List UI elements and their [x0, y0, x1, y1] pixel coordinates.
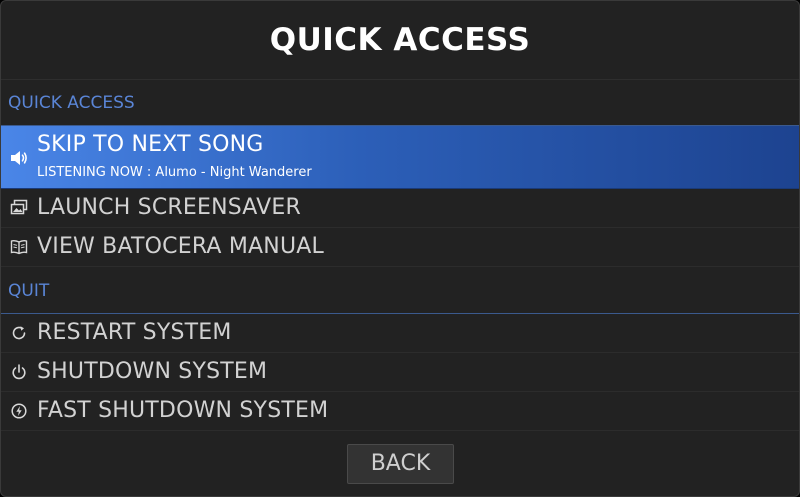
restart-icon — [9, 323, 29, 343]
now-playing-text: LISTENING NOW : Alumo - Night Wanderer — [37, 165, 312, 180]
fast-power-icon — [9, 401, 29, 421]
menu-item-label: SKIP TO NEXT SONG — [37, 132, 264, 157]
menu-item-label: LAUNCH SCREENSAVER — [37, 195, 301, 220]
speaker-icon — [9, 148, 29, 168]
title-divider — [1, 79, 799, 80]
menu-item-label: SHUTDOWN SYSTEM — [37, 359, 268, 384]
screensaver-icon — [9, 198, 29, 218]
menu-item-label: FAST SHUTDOWN SYSTEM — [37, 398, 329, 423]
section-header-quit: QUIT — [8, 281, 50, 301]
book-icon — [9, 237, 29, 257]
menu-item-label: RESTART SYSTEM — [37, 320, 232, 345]
menu-item-shutdown-system[interactable]: SHUTDOWN SYSTEM — [1, 353, 799, 392]
menu-item-skip-to-next-song[interactable]: SKIP TO NEXT SONG LISTENING NOW : Alumo … — [1, 126, 799, 189]
menu-item-launch-screensaver[interactable]: LAUNCH SCREENSAVER — [1, 189, 799, 228]
menu-item-fast-shutdown-system[interactable]: FAST SHUTDOWN SYSTEM — [1, 392, 799, 431]
quick-access-menu: QUICK ACCESS QUICK ACCESS SKIP TO NEXT S… — [0, 0, 800, 497]
menu-item-label: VIEW BATOCERA MANUAL — [37, 234, 324, 259]
section-header-quick-access: QUICK ACCESS — [8, 93, 135, 113]
menu-item-view-batocera-manual[interactable]: VIEW BATOCERA MANUAL — [1, 228, 799, 267]
power-icon — [9, 362, 29, 382]
back-button[interactable]: BACK — [347, 444, 454, 484]
menu-item-restart-system[interactable]: RESTART SYSTEM — [1, 314, 799, 353]
menu-title: QUICK ACCESS — [269, 22, 531, 58]
